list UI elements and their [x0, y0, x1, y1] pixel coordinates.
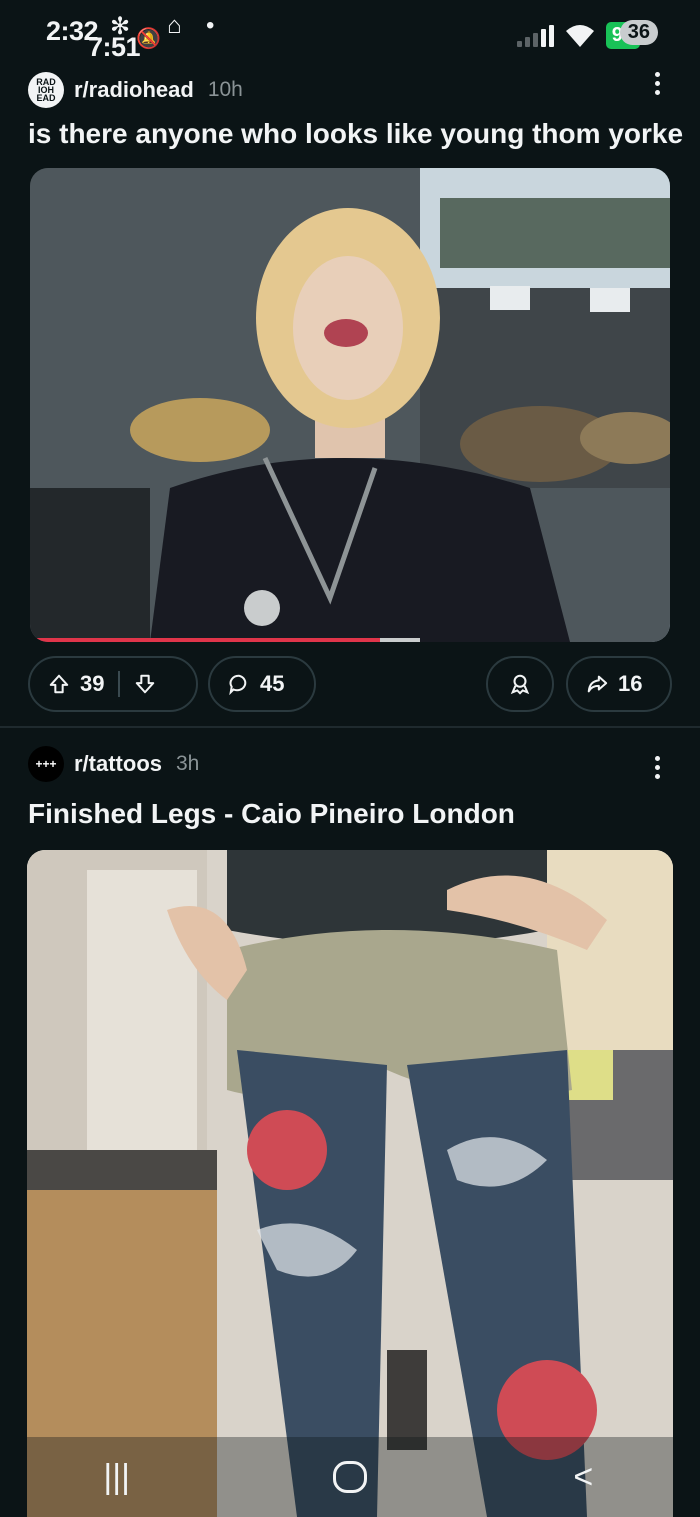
comment-count: 45: [260, 671, 285, 696]
post-image[interactable]: [27, 850, 673, 1517]
share-icon: [587, 675, 608, 693]
recents-button[interactable]: |||: [57, 1458, 177, 1497]
vote-divider: [118, 671, 121, 697]
award-button[interactable]: [486, 656, 554, 712]
post-header: RAD IOH EAD r/radiohead 10h: [28, 72, 243, 108]
subreddit-avatar[interactable]: RAD IOH EAD: [28, 72, 64, 108]
upvote-icon[interactable]: [48, 673, 70, 695]
notification-badge: 36: [619, 20, 658, 45]
post-card[interactable]: +++ r/tattoos 3h Finished Legs - Caio Pi…: [0, 736, 700, 1517]
post-age: 3h: [176, 752, 200, 775]
award-icon: [510, 674, 530, 695]
upvote-count: 39: [80, 671, 105, 696]
more-options-icon[interactable]: [650, 72, 664, 95]
post-divider: [0, 726, 700, 728]
share-button[interactable]: 16: [566, 656, 672, 712]
post-card[interactable]: RAD IOH EAD r/radiohead 10h is there any…: [0, 62, 700, 726]
status-dot-icon: •: [206, 12, 215, 39]
post-image[interactable]: [30, 168, 670, 642]
downvote-icon[interactable]: [134, 673, 156, 695]
subreddit-name[interactable]: r/radiohead: [74, 77, 194, 103]
home-circle-icon: [332, 1461, 367, 1493]
more-options-icon[interactable]: [650, 756, 664, 779]
post-title[interactable]: is there anyone who looks like young tho…: [28, 118, 683, 150]
subreddit-name[interactable]: r/tattoos: [74, 751, 162, 777]
system-navigation-bar: ||| <: [0, 1437, 700, 1517]
settings-gear-icon: ✻: [110, 13, 131, 40]
mute-icon: 🔕: [136, 28, 162, 50]
post-age: 10h: [207, 78, 243, 101]
status-bar: 2:32 7:51 ✻ 🔕 ⌂ • 94 36: [0, 0, 700, 62]
post-title[interactable]: Finished Legs - Caio Pineiro London: [28, 798, 515, 830]
home-button[interactable]: [290, 1461, 410, 1493]
signal-icon: [516, 24, 554, 47]
back-button[interactable]: <: [523, 1458, 643, 1497]
comment-icon: [229, 674, 247, 695]
comments-button[interactable]: 45: [208, 656, 316, 712]
photo-thom-yorke: [30, 168, 670, 642]
wifi-icon: [565, 24, 594, 47]
post-actions: 39 45 16: [28, 656, 672, 712]
share-count: 16: [618, 671, 643, 696]
status-icons: ✻ 🔕 ⌂: [110, 12, 182, 51]
home-notification-icon: ⌂: [167, 12, 182, 39]
vote-control: 39: [28, 656, 198, 712]
subreddit-avatar[interactable]: +++: [28, 746, 64, 782]
photo-tattooed-legs: [27, 850, 673, 1517]
post-header: +++ r/tattoos 3h: [28, 746, 199, 782]
